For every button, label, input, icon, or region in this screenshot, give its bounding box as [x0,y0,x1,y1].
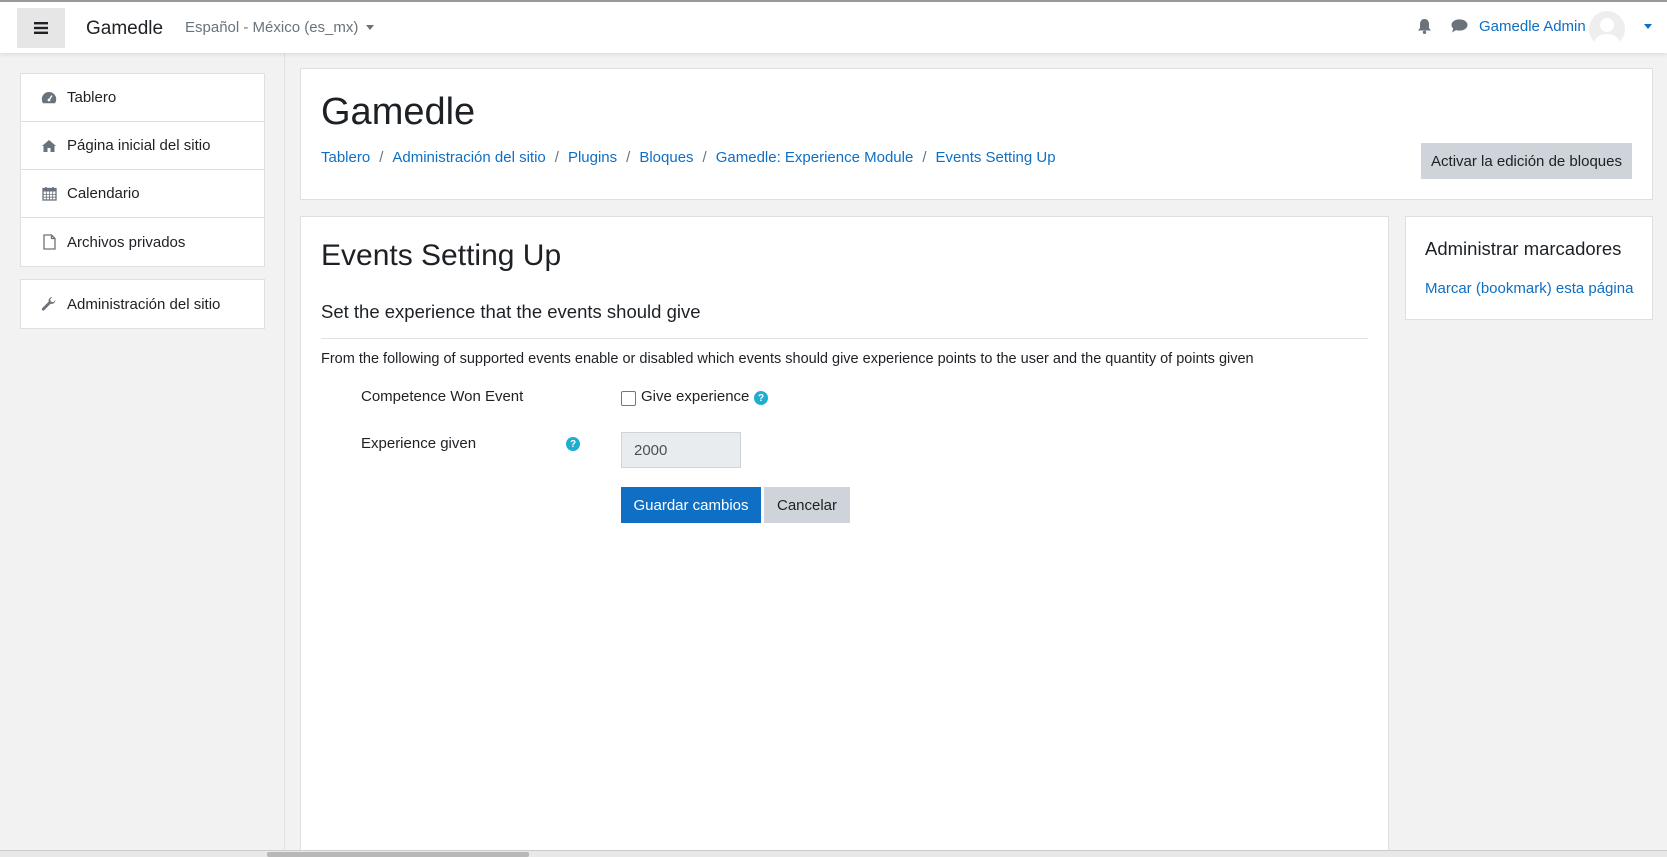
give-experience-label[interactable]: Give experience [641,388,749,405]
hamburger-icon [34,22,48,34]
nav-item-site-home[interactable]: Página inicial del sitio [21,122,264,170]
user-menu-caret-icon[interactable] [1644,24,1652,29]
help-icon[interactable]: ? [754,391,768,405]
nav-item-calendar[interactable]: Calendario [21,170,264,218]
home-icon [41,138,57,154]
site-brand-link[interactable]: Gamedle [86,18,163,40]
bell-icon[interactable] [1417,18,1432,38]
bookmarks-block: Administrar marcadores Marcar (bookmark)… [1405,216,1653,320]
experience-input[interactable] [621,432,741,468]
nav-item-label: Administración del sitio [67,295,221,313]
dashboard-icon [41,90,57,106]
section-heading: Set the experience that the events shoul… [321,301,701,322]
breadcrumb-separator: / [702,149,707,166]
page-header: Gamedle Tablero / Administración del sit… [300,68,1653,200]
nav-item-private-files[interactable]: Archivos privados [21,218,264,266]
breadcrumb-item[interactable]: Administración del sitio [392,149,545,166]
edit-blocks-button[interactable]: Activar la edición de bloques [1421,143,1632,179]
breadcrumb-separator: / [922,149,927,166]
drawer-toggle-button[interactable] [17,8,65,48]
breadcrumb-item[interactable]: Events Setting Up [936,149,1056,166]
caret-down-icon [366,25,375,30]
breadcrumb-item[interactable]: Gamedle: Experience Module [716,149,914,166]
top-navbar: Gamedle Español - México (es_mx) Gamedle… [0,0,1667,53]
give-experience-checkbox[interactable] [621,391,636,406]
breadcrumb-item[interactable]: Tablero [321,149,370,166]
nav-list-admin: Administración del sitio [20,279,265,329]
cancel-button[interactable]: Cancelar [764,487,850,523]
nav-drawer: Tablero Página inicial del sitio Calenda… [0,53,285,857]
horizontal-scrollbar[interactable] [0,850,1667,857]
chat-icon[interactable] [1451,19,1468,37]
avatar[interactable] [1589,11,1625,47]
scrollbar-thumb[interactable] [267,852,529,857]
nav-item-site-admin[interactable]: Administración del sitio [21,280,264,328]
language-menu[interactable]: Español - México (es_mx) [185,19,375,36]
breadcrumb-item[interactable]: Plugins [568,149,617,166]
nav-item-label: Calendario [67,185,140,202]
file-icon [41,234,57,250]
divider [321,338,1368,339]
language-label: Español - México (es_mx) [185,19,359,36]
breadcrumb-separator: / [554,149,559,166]
save-button[interactable]: Guardar cambios [621,487,761,523]
help-icon[interactable]: ? [566,437,580,451]
section-description: From the following of supported events e… [321,351,1254,367]
breadcrumb-separator: / [379,149,384,166]
wrench-icon [41,296,57,312]
nav-list-main: Tablero Página inicial del sitio Calenda… [20,73,265,267]
block-title: Administrar marcadores [1425,238,1622,259]
nav-item-label: Página inicial del sitio [67,137,211,154]
nav-item-dashboard[interactable]: Tablero [21,74,264,122]
page-title: Gamedle [321,91,476,133]
nav-item-label: Tablero [67,89,117,106]
calendar-icon [41,186,57,202]
main-content: Events Setting Up Set the experience tha… [300,216,1389,857]
experience-label: Experience given [361,435,477,452]
event-label: Competence Won Event [361,388,524,405]
bookmark-page-link[interactable]: Marcar (bookmark) esta página [1425,280,1633,297]
breadcrumb: Tablero / Administración del sitio / Plu… [321,149,1056,166]
nav-item-label: Archivos privados [67,233,186,251]
user-menu-name[interactable]: Gamedle Admin [1479,18,1586,35]
main-heading: Events Setting Up [321,239,562,272]
breadcrumb-item[interactable]: Bloques [639,149,693,166]
breadcrumb-separator: / [626,149,631,166]
